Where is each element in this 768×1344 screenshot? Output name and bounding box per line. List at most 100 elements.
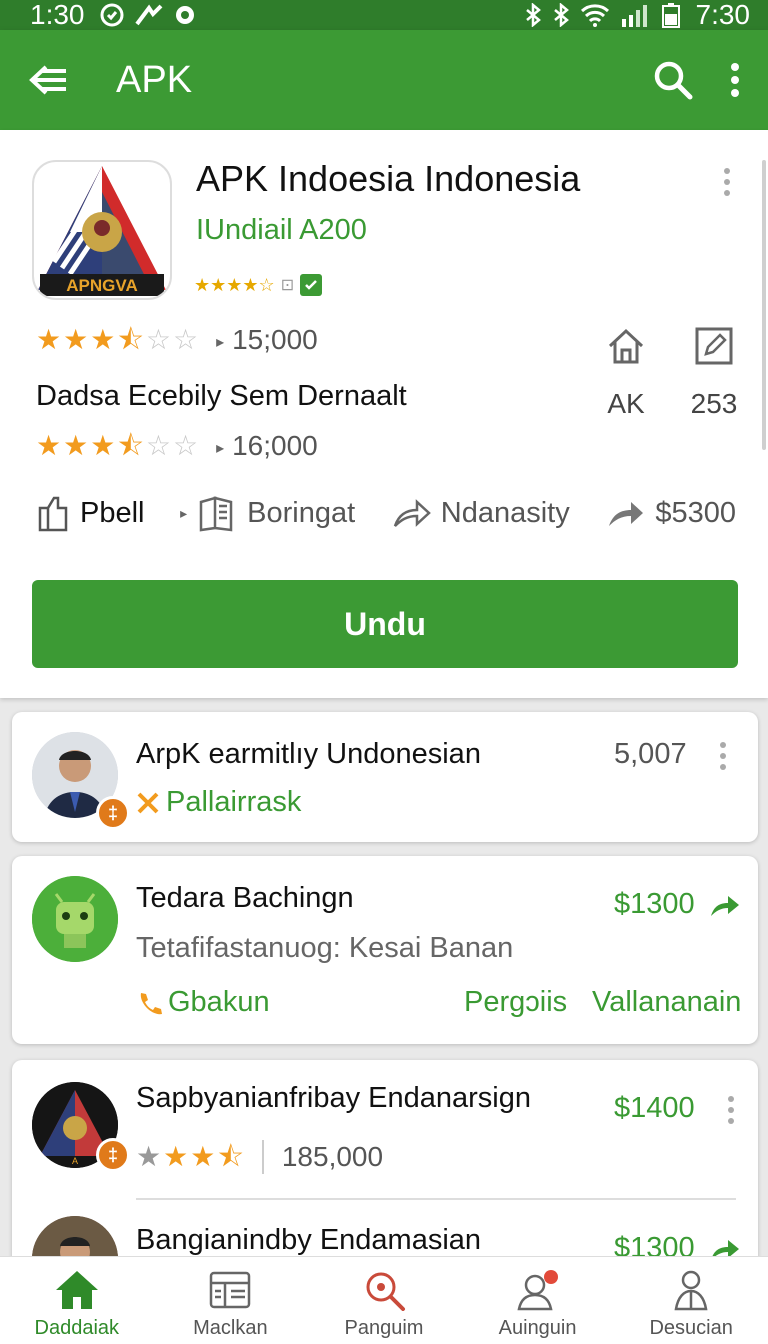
app-bar: APK [0, 30, 768, 130]
nav-machine[interactable]: Maclkan [154, 1257, 308, 1344]
list-item-price[interactable]: $1300 [614, 888, 741, 921]
share-arrow-icon [709, 892, 741, 918]
arrow-right-icon: ▸ [180, 504, 188, 521]
action-price-label: $5300 [655, 496, 736, 529]
forward-filled-icon [605, 496, 645, 530]
app-logo[interactable]: APNGVA [32, 160, 172, 300]
stat-edit[interactable]: 253 [686, 326, 742, 420]
puzzle-badge-icon: ‡ [96, 796, 130, 830]
rating-stars-2: ★ ★ ★ ⯪ ☆ ☆ [36, 430, 199, 461]
back-menu-icon[interactable] [28, 63, 68, 97]
list-item-count: 5,007 [614, 738, 687, 771]
search-nav-icon [361, 1269, 407, 1311]
book-icon [197, 494, 237, 532]
stat-right-value: 253 [690, 388, 738, 419]
action-forward[interactable]: Ndanasity [391, 496, 570, 530]
status-bar: 1:30 7:30 [0, 0, 768, 30]
divider [136, 1198, 736, 1200]
more-icon[interactable] [728, 1096, 734, 1124]
action-price[interactable]: $5300 [605, 496, 736, 530]
action-bookmark-label: Boringat [247, 496, 356, 529]
nav-profile[interactable]: Desucian [614, 1257, 768, 1344]
list-item-count-value: 5,007 [614, 738, 687, 770]
scrollbar[interactable] [762, 160, 766, 450]
forward-outline-icon [391, 496, 431, 530]
list-item[interactable]: A ‡ Sapbyanianfribay Endanarsign ★ ★ ★ ⯪ 18… [12, 1060, 758, 1302]
action-share[interactable]: Pbell [36, 494, 145, 532]
nav-account[interactable]: Auinguin [461, 1257, 615, 1344]
list-item-price[interactable]: $1400 [614, 1092, 695, 1125]
bottom-navigation: Daddaiak Maclkan Panguim Auinguin Desuci… [0, 1256, 768, 1344]
list-item-count: 185,000 [281, 1141, 384, 1172]
link-1[interactable]: Pergɔiis [464, 986, 567, 1019]
list-item-tag-label: Pallairrask [166, 786, 302, 818]
bluetooth-icon [552, 3, 570, 27]
cell-signal-icon [620, 3, 650, 27]
list-item-price-value: $1300 [614, 888, 695, 920]
nav-home-label: Daddaiak [34, 1317, 120, 1339]
nav-profile-label: Desucian [649, 1317, 733, 1339]
link-2[interactable]: Vallananain [592, 986, 741, 1019]
list-item[interactable]: ‡ ArpK earmitlıy Undonesian Pallairrask … [12, 712, 758, 842]
list-item-title: Bangianindby Endamasian [136, 1224, 482, 1256]
install-button[interactable]: Undu [32, 580, 738, 668]
overflow-menu-icon[interactable] [730, 62, 740, 98]
list-item-title: Tedara Bachingn [136, 882, 354, 914]
rating-row-1: ★★★⯪☆☆ 15;000 [36, 324, 318, 356]
app-title: APK Indoesia Indonesia [196, 158, 581, 199]
list-item-title: Sapbyanianfribay Endanarsign [136, 1082, 531, 1114]
stat-left-value: AK [607, 388, 645, 419]
app-bar-title: APK [116, 58, 193, 101]
list-item-tag: Pallairrask [136, 786, 301, 819]
app-more-icon[interactable] [724, 168, 730, 196]
android-avatar [32, 876, 118, 962]
svg-text:A: A [72, 1156, 78, 1166]
wifi-icon [580, 3, 610, 27]
action-bookmark[interactable]: ▸ Boringat [180, 494, 355, 532]
search-icon[interactable] [652, 59, 694, 101]
rating-count-1: 15;000 [216, 324, 318, 356]
list-item-rating: ★ ★ ★ ⯪ 185,000 [136, 1140, 383, 1174]
mini-stars: ★★★★☆ [194, 274, 275, 295]
notification-icon [99, 2, 125, 28]
more-icon[interactable] [720, 742, 726, 770]
app-detail-card: APNGVA APK Indoesia Indonesia IUndiail A… [0, 130, 768, 698]
status-time-left: 1:30 [30, 0, 85, 30]
divider [261, 1140, 264, 1174]
phone-icon [136, 990, 162, 1016]
home-outline-icon [606, 326, 646, 366]
tool-icon [136, 791, 160, 815]
list-item-price-value: $1400 [614, 1092, 695, 1124]
signal-boost-icon [134, 4, 163, 26]
list-item-subtitle: Tetafifastanuog: Kesai Banan [136, 932, 514, 964]
app-developer[interactable]: IUndiail A200 [196, 214, 367, 247]
action-share-label: Pbell [80, 496, 145, 529]
nav-search-label: Panguim [344, 1317, 424, 1339]
sync-icon [173, 3, 197, 27]
device-icon [207, 1269, 253, 1311]
verified-icon [300, 274, 323, 296]
list-item[interactable]: Tedara Bachingn Tetafifastanuog: Kesai B… [12, 856, 758, 1044]
bluetooth-icon [524, 3, 542, 27]
app-logo-text: APNGVA [66, 276, 137, 295]
edit-icon [694, 326, 734, 366]
nav-machine-label: Maclkan [193, 1317, 268, 1339]
list-item-tag[interactable]: Gbakun [136, 986, 270, 1019]
list-item-stars: ★ ★ ★ ⯪ [136, 1141, 244, 1172]
user-badge-icon [515, 1269, 561, 1311]
home-icon [54, 1269, 100, 1311]
rating-stars-1: ★ ★ ★ ⯪ ☆ ☆ [36, 324, 199, 355]
nav-account-label: Auinguin [498, 1317, 577, 1339]
rating-count-2: 16;000 [216, 430, 318, 462]
app-description: Dadsa Ecebily Sem Dernaalt [36, 380, 407, 412]
status-time-right: 7:30 [695, 0, 751, 30]
action-row: Pbell ▸ Boringat Ndanasity $5300 [36, 494, 736, 532]
list-item-tag-label: Gbakun [168, 986, 270, 1018]
nav-home[interactable]: Daddaiak [0, 1257, 154, 1344]
person-icon [668, 1269, 714, 1311]
small-flag-icon: ⊡ [280, 277, 295, 294]
battery-icon [660, 2, 682, 28]
puzzle-badge-icon: ‡ [96, 1138, 130, 1172]
stat-home[interactable]: AK [600, 326, 652, 420]
nav-search[interactable]: Panguim [307, 1257, 461, 1344]
